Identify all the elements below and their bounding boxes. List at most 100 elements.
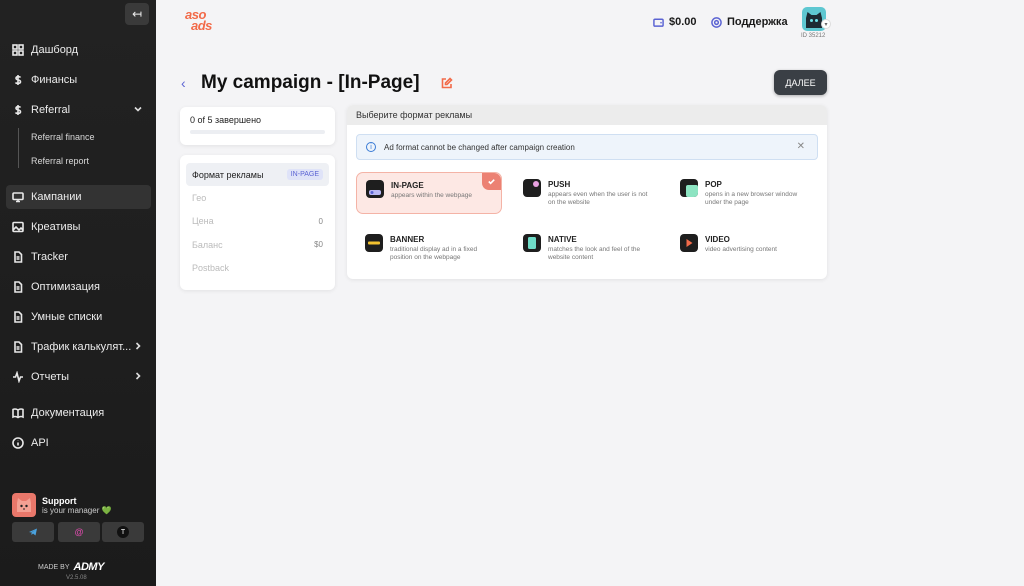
format-name: VIDEO (705, 235, 730, 244)
sidebar-item-label: Отчеты (31, 371, 70, 383)
dollar-icon (12, 104, 24, 116)
made-by: MADE BY ADMY (38, 561, 104, 573)
manager-avatar (12, 493, 36, 517)
info-icon: i (366, 142, 376, 152)
support-label: Поддержка (727, 16, 788, 28)
support-title: Support (42, 495, 77, 506)
step-ad-format[interactable]: Формат рекламы IN-PAGE (186, 163, 329, 186)
sidebar: ↤ Дашборд Финансы Referral Referral fina… (0, 0, 156, 586)
aso-ads-logo[interactable]: aso ads (185, 8, 227, 33)
telegram-icon (29, 528, 37, 536)
submenu-line (18, 128, 19, 168)
step-label: Postback (192, 263, 230, 274)
step-price[interactable]: Цена 0 (186, 210, 329, 234)
format-push[interactable]: PUSH appears even when the user is not o… (514, 172, 660, 214)
sidebar-item-label: Referral (31, 104, 71, 116)
page-title: My campaign - [In-Page] (201, 72, 420, 93)
step-value: $0 (314, 240, 323, 250)
sidebar-item-smart-lists[interactable]: Умные списки (6, 305, 151, 329)
sidebar-item-campaigns[interactable]: Кампании (6, 185, 151, 209)
step-balance[interactable]: Баланс $0 (186, 233, 329, 257)
t-button[interactable]: T (102, 522, 144, 542)
format-video[interactable]: VIDEO video advertising content (671, 227, 817, 269)
back-button[interactable]: ‹ (181, 75, 186, 91)
format-desc: appears even when the user is not on the… (548, 191, 648, 206)
step-label: Цена (192, 216, 214, 227)
check-icon (482, 173, 501, 190)
at-icon: @ (74, 527, 84, 537)
sidebar-item-label: Документация (31, 407, 105, 419)
steps-card: Формат рекламы IN-PAGE Гео Цена 0 Баланс… (180, 155, 335, 290)
sidebar-item-label: Умные списки (31, 311, 103, 323)
sidebar-item-label: Tracker (31, 251, 68, 263)
sidebar-item-tracker[interactable]: Tracker (6, 245, 151, 269)
panel-title: Выберите формат рекламы (347, 105, 827, 125)
sidebar-subitem-referral-report[interactable]: Referral report (31, 156, 89, 166)
sidebar-item-reports[interactable]: Отчеты (6, 365, 151, 389)
format-in-page[interactable]: IN-PAGE appears within the webpage (356, 172, 502, 214)
sidebar-item-label: API (31, 437, 49, 449)
push-icon (523, 179, 541, 197)
progress-card: 0 of 5 завершено (180, 107, 335, 145)
book-icon (12, 407, 24, 419)
sidebar-item-optimization[interactable]: Оптимизация (6, 275, 151, 299)
banner-icon (365, 234, 383, 252)
balance-display[interactable]: $0.00 (653, 16, 697, 28)
format-banner[interactable]: BANNER traditional display ad in a fixed… (356, 227, 502, 269)
activity-icon (12, 371, 24, 383)
step-postback[interactable]: Postback (186, 257, 329, 281)
email-button[interactable]: @ (58, 522, 100, 542)
support-subtitle: is your manager 💚 (42, 505, 112, 515)
sidebar-item-label: Креативы (31, 221, 81, 233)
format-desc: appears within the webpage (391, 192, 472, 199)
grid-icon (12, 44, 24, 56)
next-button[interactable]: ДАЛЕЕ (774, 70, 827, 95)
info-text: Ad format cannot be changed after campai… (384, 142, 575, 152)
sidebar-subitem-referral-finance[interactable]: Referral finance (31, 132, 95, 142)
progress-text: 0 of 5 завершено (190, 115, 262, 125)
sidebar-item-traffic-calculator[interactable]: Трафик калькулят... (6, 335, 151, 359)
support-link[interactable]: Поддержка (711, 16, 788, 28)
image-icon (12, 221, 24, 233)
format-desc: opens in a new browser window under the … (705, 191, 798, 206)
format-pop[interactable]: POP opens in a new browser window under … (671, 172, 817, 214)
collapse-sidebar-button[interactable]: ↤ (125, 3, 149, 25)
chevron-down-icon (133, 104, 143, 114)
sidebar-item-label: Трафик калькулят... (31, 341, 132, 353)
step-label: Баланс (192, 239, 223, 250)
dollar-icon (12, 74, 24, 86)
info-icon (12, 437, 24, 449)
file-icon (12, 251, 24, 263)
file-icon (12, 311, 24, 323)
sidebar-item-api[interactable]: API (6, 431, 151, 455)
sidebar-item-documentation[interactable]: Документация (6, 401, 151, 425)
wallet-icon (653, 18, 664, 27)
chevron-down-icon[interactable]: ▾ (821, 19, 831, 29)
lifebuoy-icon (711, 16, 722, 28)
format-desc: video advertising content (705, 246, 777, 253)
close-icon[interactable]: ✕ (797, 141, 805, 152)
sidebar-item-label: Оптимизация (31, 281, 100, 293)
sidebar-item-finance[interactable]: Финансы (6, 68, 151, 92)
video-icon (680, 234, 698, 252)
step-geo[interactable]: Гео (186, 186, 329, 210)
sidebar-item-referral[interactable]: Referral (6, 98, 151, 122)
in-page-icon (366, 180, 384, 198)
sidebar-item-label: Дашборд (31, 44, 79, 56)
sidebar-item-creatives[interactable]: Креативы (6, 215, 151, 239)
admy-logo: ADMY (73, 561, 105, 573)
info-banner: i Ad format cannot be changed after camp… (356, 134, 818, 160)
telegram-button[interactable] (12, 522, 54, 542)
progress-bar (190, 130, 325, 134)
native-icon (523, 234, 541, 252)
edit-icon[interactable] (441, 76, 453, 89)
format-name: POP (705, 180, 722, 189)
collapse-icon: ↤ (131, 7, 143, 21)
format-native[interactable]: NATIVE matches the look and feel of the … (514, 227, 660, 269)
support-manager[interactable]: Support is your manager 💚 (12, 493, 112, 517)
file-icon (12, 341, 24, 353)
chevron-right-icon (133, 371, 143, 381)
sidebar-item-dashboard[interactable]: Дашборд (6, 38, 151, 62)
step-value: 0 (318, 216, 323, 226)
file-icon (12, 281, 24, 293)
